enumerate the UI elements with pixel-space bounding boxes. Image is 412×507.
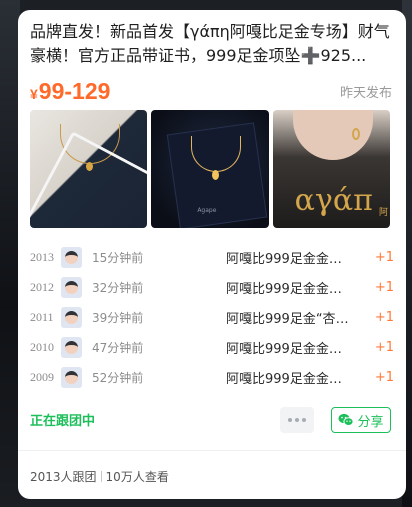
order-number: 2011 — [30, 309, 54, 324]
product-image-2[interactable]: Agape — [151, 110, 269, 228]
more-dot-icon — [295, 418, 299, 422]
separator — [100, 471, 102, 482]
avatar — [61, 366, 82, 388]
avatar — [61, 246, 82, 268]
brand-logo: αγάπ — [294, 183, 373, 218]
joined-count: 2013人跟团 — [30, 470, 97, 484]
divider — [18, 450, 406, 451]
product-image-3[interactable]: αγάπ 阿 — [272, 110, 390, 228]
view-count: 10万人查看 — [105, 470, 169, 484]
product-image-1[interactable] — [30, 110, 148, 228]
participant-row[interactable]: 2012 32分钟前 阿嘎比999足金金… +1 — [30, 272, 394, 302]
more-button[interactable] — [280, 407, 314, 433]
order-number: 2010 — [30, 339, 54, 354]
time-ago: 52分钟前 — [92, 370, 144, 385]
brand-logo-cn: 阿 — [378, 208, 388, 218]
order-number: 2012 — [30, 279, 54, 294]
price-range: 99-129 — [38, 78, 111, 104]
time-ago: 15分钟前 — [92, 250, 144, 265]
item-name: 阿嘎比999足金金… — [226, 371, 342, 387]
collar-trim — [30, 131, 148, 228]
currency-symbol: ¥ — [30, 86, 38, 102]
wechat-icon — [338, 413, 355, 427]
earring — [351, 128, 360, 140]
quantity: +1 — [374, 309, 394, 325]
avatar — [61, 276, 82, 298]
model-face — [292, 110, 373, 160]
time-ago: 47分钟前 — [92, 340, 144, 355]
share-label: 分享 — [357, 414, 384, 430]
post-time: 昨天发布 — [339, 86, 392, 101]
image-gallery: Agape αγάπ 阿 — [30, 110, 390, 228]
post-title[interactable]: 品牌直发！新品首发【γάπη阿嘎比足金专场】财气豪横！官方正品带证书，999足金… — [30, 20, 394, 68]
following-status[interactable]: 正在跟团中 — [30, 410, 95, 429]
group-buy-card[interactable]: 品牌直发！新品首发【γάπη阿嘎比足金专场】财气豪横！官方正品带证书，999足金… — [18, 10, 406, 499]
quantity: +1 — [374, 249, 394, 265]
quantity: +1 — [374, 339, 394, 355]
more-dot-icon — [302, 418, 306, 422]
time-ago: 32分钟前 — [92, 280, 144, 295]
item-name: 阿嘎比999足金金… — [226, 341, 342, 357]
participant-row[interactable]: 2011 39分钟前 阿嘎比999足金“杏”… +1 — [30, 302, 394, 332]
order-number: 2013 — [30, 249, 54, 264]
participant-row[interactable]: 2009 52分钟前 阿嘎比999足金金… +1 — [30, 362, 394, 392]
share-button[interactable]: 分享 — [331, 407, 391, 433]
background-left — [0, 0, 20, 507]
more-dot-icon — [288, 418, 292, 422]
participant-row[interactable]: 2010 47分钟前 阿嘎比999足金金… +1 — [30, 332, 394, 362]
participant-row[interactable]: 2013 15分钟前 阿嘎比999足金金… +1 — [30, 242, 394, 272]
price: ¥99-129 — [30, 76, 110, 109]
quantity: +1 — [374, 369, 394, 385]
item-name: 阿嘎比999足金金… — [226, 281, 342, 297]
order-number: 2009 — [30, 369, 54, 384]
item-name: 阿嘎比999足金金… — [226, 251, 342, 267]
avatar — [61, 336, 82, 358]
item-name: 阿嘎比999足金“杏”… — [226, 311, 354, 327]
quantity: +1 — [374, 279, 394, 295]
avatar — [61, 306, 82, 328]
participant-list: 2013 15分钟前 阿嘎比999足金金… +1 2012 32分钟前 阿嘎比9… — [30, 242, 394, 392]
box-brand: Agape — [197, 207, 217, 214]
time-ago: 39分钟前 — [92, 310, 144, 325]
stats-footer: 2013人跟团 10万人查看 — [30, 468, 169, 485]
